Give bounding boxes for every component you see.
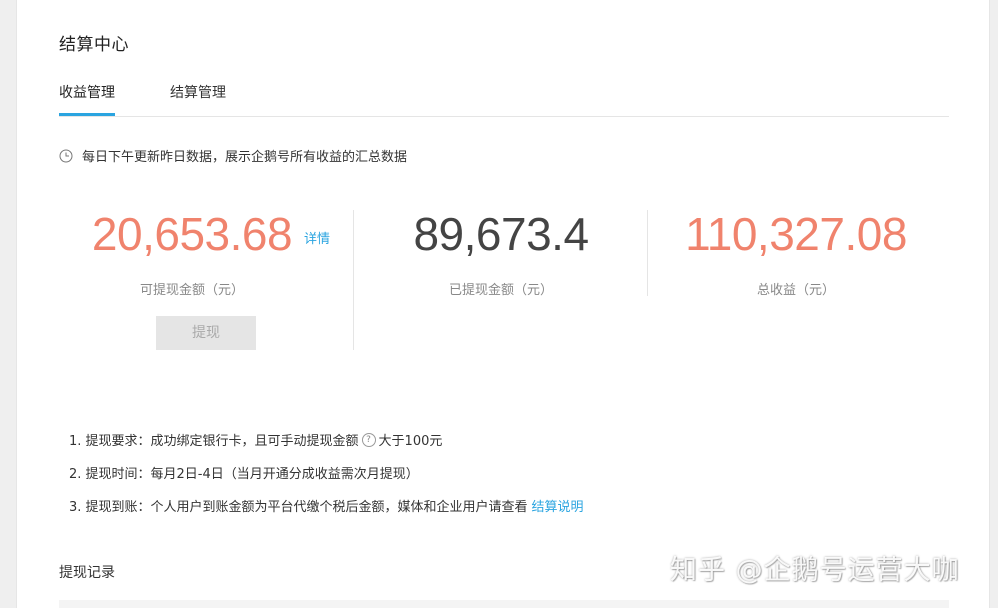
update-notice: 每日下午更新昨日数据，展示企鹅号所有收益的汇总数据 (59, 146, 407, 165)
withdrawn-label: 已提现金额（元） (448, 283, 553, 298)
withdrawable-amount: 20,653.68 (91, 208, 293, 260)
page-title: 结算中心 (59, 35, 129, 55)
withdrawn-stat: 89,673.4 已提现金额（元） (391, 206, 611, 298)
rule-text: 2. 提现时间：每月2日-4日（当月开通分成收益需次月提现） (69, 467, 419, 482)
divider (353, 210, 354, 350)
rule-withdraw-time: 2. 提现时间：每月2日-4日（当月开通分成收益需次月提现） (69, 463, 419, 482)
withdraw-button[interactable]: 提现 (156, 316, 256, 350)
clock-icon (59, 149, 73, 162)
withdrawable-stat: 20,653.68 可提现金额（元） (77, 206, 307, 298)
detail-link[interactable]: 详情 (304, 228, 330, 247)
withdrawable-label: 可提现金额（元） (139, 283, 244, 298)
tab-settlement-management[interactable]: 结算管理 (170, 84, 226, 115)
rule-withdraw-arrival: 3. 提现到账：个人用户到账金额为平台代缴个税后金额，媒体和企业用户请查看 结算… (69, 496, 584, 515)
total-earnings-label: 总收益（元） (756, 283, 835, 298)
notice-text: 每日下午更新昨日数据，展示企鹅号所有收益的汇总数据 (82, 150, 408, 165)
withdrawn-amount: 89,673.4 (413, 208, 589, 260)
total-earnings-stat: 110,327.08 总收益（元） (671, 206, 921, 298)
tab-earnings-management[interactable]: 收益管理 (59, 84, 115, 116)
rule-withdraw-requirement: 1. 提现要求：成功绑定银行卡，且可手动提现金额 ? 大于100元 (69, 430, 442, 449)
total-earnings-amount: 110,327.08 (685, 208, 907, 260)
rule-text: 3. 提现到账：个人用户到账金额为平台代缴个税后金额，媒体和企业用户请查看 (69, 500, 528, 515)
divider (647, 210, 648, 296)
help-icon[interactable]: ? (361, 432, 376, 447)
records-table-header (59, 600, 949, 608)
settlement-explanation-link[interactable]: 结算说明 (532, 496, 584, 515)
rule-text: 大于100元 (378, 434, 443, 449)
rule-text: 1. 提现要求：成功绑定银行卡，且可手动提现金额 (69, 434, 359, 449)
watermark: 知乎 @企鹅号运营大咖 (670, 555, 960, 586)
withdraw-records-title: 提现记录 (59, 565, 115, 581)
tab-bar: 收益管理 结算管理 (59, 84, 949, 117)
settlement-card: 结算中心 收益管理 结算管理 每日下午更新昨日数据，展示企鹅号所有收益的汇总数据… (16, 0, 990, 608)
